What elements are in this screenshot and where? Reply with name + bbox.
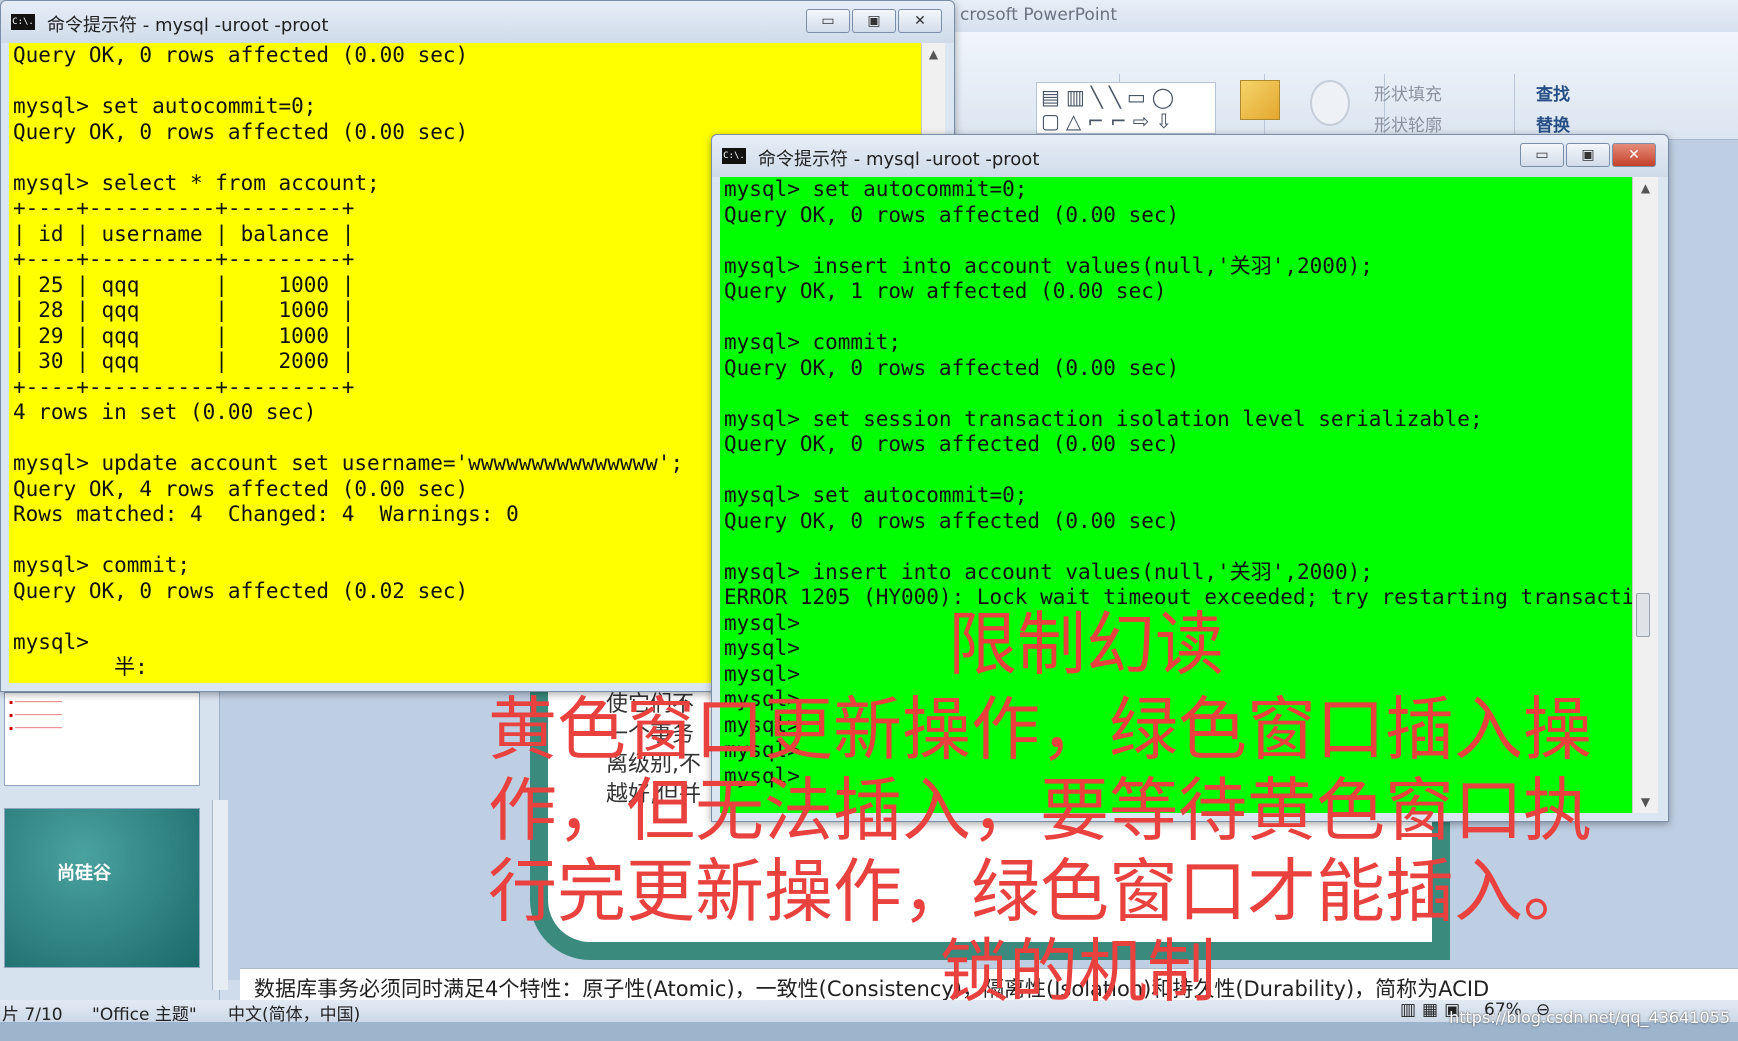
console-line: mysql> set autocommit=0;	[724, 483, 1028, 507]
quick-styles-icon[interactable]	[1310, 80, 1350, 126]
arrange-icon[interactable]	[1240, 80, 1280, 120]
notes-text: 数据库事务必须同时满足4个特性：原子性(Atomic)，一致性(Consiste…	[254, 977, 1490, 1001]
maximize-button[interactable]: ▣	[852, 9, 896, 33]
close-button[interactable]: ✕	[1612, 143, 1656, 167]
console-line: Query OK, 1 row affected (0.00 sec)	[724, 279, 1167, 303]
minimize-button[interactable]: ▭	[1520, 143, 1564, 167]
maximize-button[interactable]: ▣	[1566, 143, 1610, 167]
console-line: mysql> set session transaction isolation…	[724, 406, 1483, 431]
powerpoint-title: crosoft PowerPoint	[960, 5, 1117, 25]
console-line: mysql> set autocommit=0;	[724, 177, 1028, 201]
slide-thumbnail-7[interactable]: 尚硅谷	[4, 808, 200, 968]
thumb-logo: 尚硅谷	[57, 863, 111, 884]
thumbnails-scrollbar[interactable]	[212, 800, 228, 990]
scroll-up-icon[interactable]: ▲	[922, 47, 945, 61]
console-line: mysql> insert into account values(null,'…	[724, 253, 1373, 278]
cmd-icon: C:\.	[11, 14, 35, 30]
console-line: Query OK, 0 rows affected (0.00 sec)	[724, 355, 1180, 380]
find-button[interactable]: 查找	[1536, 80, 1570, 105]
shape-fill-button[interactable]: 形状填充	[1374, 80, 1442, 105]
annotation-line-3: 行完更新操作，绿色窗口才能插入。	[488, 852, 1592, 932]
console-line: Query OK, 0 rows affected (0.00 sec)	[724, 508, 1180, 533]
cmd-icon: C:\.	[722, 148, 746, 164]
slide-thumbnail-6[interactable]: ▪ ───────────── ▪ ───────────── ▪ ────────…	[4, 692, 200, 786]
minimize-button[interactable]: ▭	[806, 9, 850, 33]
annotation-line-4: 锁的机制	[940, 932, 1216, 1012]
annotation-title: 限制幻读	[948, 605, 1224, 685]
close-button[interactable]: ✕	[898, 9, 942, 33]
console-line: mysql> insert into account values(null,'…	[724, 559, 1373, 584]
green-console-scrollbar[interactable]: ▲ ▼	[1632, 177, 1658, 813]
console-line: mysql> set autocommit=0;	[13, 94, 317, 118]
annotation-line-1: 黄色窗口更新操作，绿色窗口插入操	[488, 690, 1592, 770]
scrollbar-thumb[interactable]	[1636, 593, 1650, 637]
shape-outline-button[interactable]: 形状轮廓	[1374, 111, 1442, 136]
powerpoint-title-bar: crosoft PowerPoint	[950, 0, 1738, 32]
console-line: mysql> commit;	[724, 330, 902, 354]
console-line: Query OK, 0 rows affected (0.00 sec)	[724, 202, 1180, 227]
scroll-up-icon[interactable]: ▲	[1633, 181, 1658, 195]
yellow-window-title: 命令提示符 - mysql -uroot -proot	[47, 15, 329, 36]
console-line: Query OK, 0 rows affected (0.00 sec)	[724, 432, 1180, 456]
green-window-title: 命令提示符 - mysql -uroot -proot	[758, 149, 1040, 170]
replace-button[interactable]: 替换	[1536, 111, 1570, 136]
shapes-gallery[interactable]: ▤▥╲╲▭◯ ▢△⌐⌐⇨⇩	[1036, 82, 1216, 134]
scroll-down-icon[interactable]: ▼	[1633, 795, 1658, 809]
annotation-line-2: 作，但无法插入，要等待黄色窗口执	[488, 771, 1592, 851]
watermark-text: https://blog.csdn.net/qq_43641055	[1449, 1008, 1730, 1027]
console-line: Query OK, 0 rows affected (0.00 sec)	[13, 43, 469, 67]
